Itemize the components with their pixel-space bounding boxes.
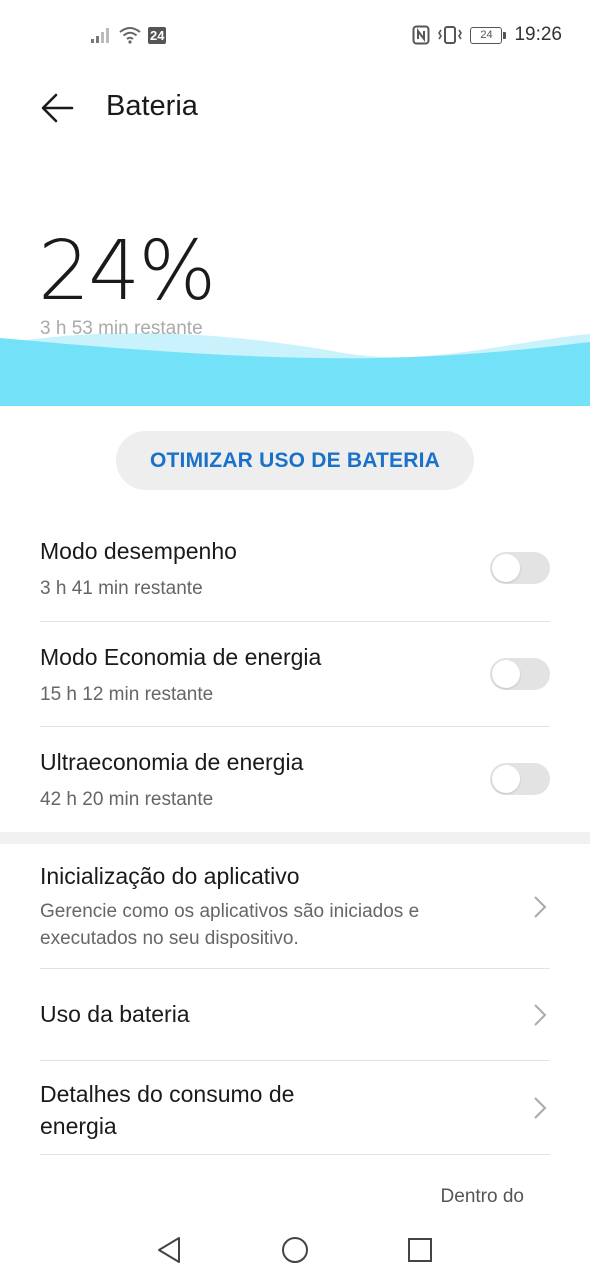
- optimize-battery-button[interactable]: OTIMIZAR USO DE BATERIA: [116, 431, 474, 490]
- divider: [40, 968, 550, 969]
- triangle-left-icon: [158, 1237, 180, 1263]
- arrow-left-icon: [41, 93, 74, 123]
- mode-subtitle: 42 h 20 min restante: [40, 789, 214, 810]
- ultra-saving-toggle[interactable]: [490, 763, 550, 795]
- chevron-right-icon: [534, 1004, 547, 1026]
- divider: [40, 621, 550, 622]
- section-separator: [0, 832, 590, 844]
- page-title: Bateria: [106, 90, 198, 122]
- app-launch-row[interactable]: Inicialização do aplicativo Gerencie com…: [40, 863, 550, 958]
- power-saving-toggle[interactable]: [490, 658, 550, 690]
- circle-icon: [282, 1237, 308, 1263]
- mode-title: Ultraeconomia de energia: [40, 749, 304, 775]
- link-title: Uso da bateria: [40, 1001, 190, 1027]
- battery-usage-row[interactable]: Uso da bateria: [40, 1001, 550, 1041]
- signal-icon: [91, 28, 109, 43]
- battery-settings-screen: 24 24 19:26 Bateria 24% 3 h 53 min resta…: [0, 0, 590, 1280]
- mode-title: Modo desempenho: [40, 538, 237, 564]
- app-header: Bateria: [0, 78, 590, 138]
- mode-row-performance[interactable]: Modo desempenho 3 h 41 min restante: [40, 538, 550, 608]
- toggle-knob: [492, 765, 520, 793]
- mode-subtitle: 15 h 12 min restante: [40, 684, 214, 705]
- status-bar: 24 24 19:26: [0, 0, 590, 72]
- link-subtitle: Gerencie como os aplicativos são iniciad…: [40, 901, 420, 949]
- wifi-icon: [119, 27, 141, 44]
- divider: [40, 1060, 550, 1061]
- status-right: 24 19:26: [412, 24, 562, 46]
- toggle-knob: [492, 554, 520, 582]
- square-icon: [408, 1238, 432, 1262]
- nav-recents-button[interactable]: [400, 1230, 440, 1270]
- battery-status-icon: 24: [470, 26, 507, 44]
- system-nav-bar: [0, 1220, 590, 1280]
- divider: [40, 1154, 550, 1155]
- nav-home-button[interactable]: [275, 1230, 315, 1270]
- link-title: Detalhes do consumo de energia: [40, 1081, 295, 1139]
- status-time: 19:26: [514, 24, 562, 45]
- battery-percent: 24%: [38, 224, 216, 319]
- network-badge: 24: [148, 26, 167, 44]
- battery-remaining-time: 3 h 53 min restante: [40, 318, 203, 339]
- mode-row-ultra-saving[interactable]: Ultraeconomia de energia 42 h 20 min res…: [40, 749, 550, 819]
- divider: [40, 726, 550, 727]
- back-button[interactable]: [36, 86, 80, 130]
- performance-toggle[interactable]: [490, 552, 550, 584]
- battery-hero: 24% 3 h 53 min restante: [0, 210, 590, 406]
- mode-subtitle: 3 h 41 min restante: [40, 578, 203, 599]
- footer-note: Dentro do: [440, 1186, 524, 1207]
- nfc-icon: [412, 25, 430, 45]
- mode-row-power-saving[interactable]: Modo Economia de energia 15 h 12 min res…: [40, 644, 550, 714]
- mode-title: Modo Economia de energia: [40, 644, 322, 670]
- chevron-right-icon: [534, 1097, 547, 1119]
- consumption-details-row[interactable]: Detalhes do consumo de energia: [40, 1078, 550, 1144]
- status-left: 24: [90, 26, 167, 44]
- vibrate-icon: [438, 26, 463, 44]
- toggle-knob: [492, 660, 520, 688]
- chevron-right-icon: [534, 896, 547, 918]
- nav-back-button[interactable]: [150, 1230, 190, 1270]
- link-title: Inicialização do aplicativo: [40, 863, 300, 889]
